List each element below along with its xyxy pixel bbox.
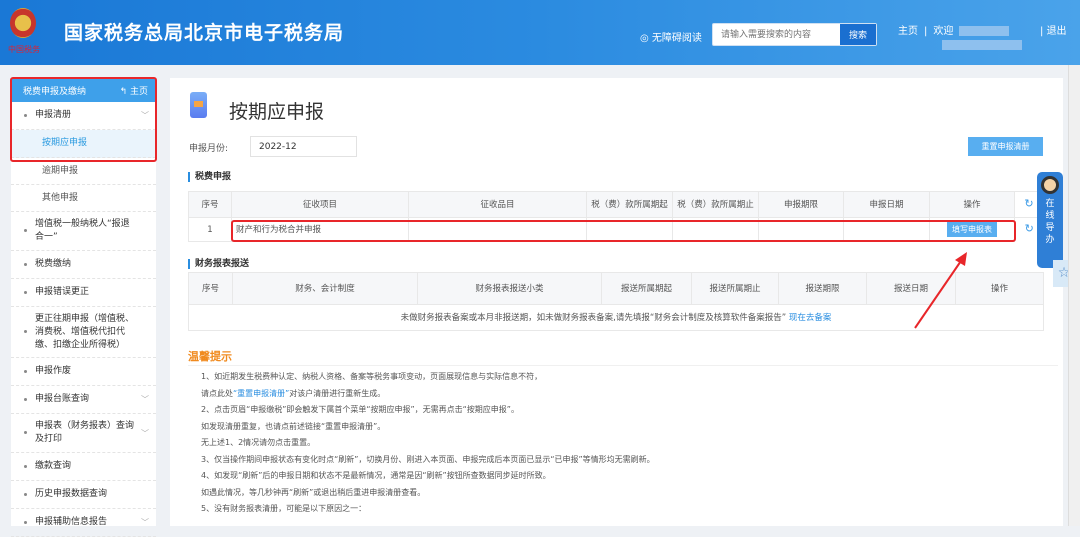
sidebar-item-label: 增值税一般纳税人“报退合一” — [35, 219, 130, 242]
highlight-box-row — [231, 220, 1016, 242]
sidebar-item-label: 申报台账查询 — [35, 394, 90, 404]
sidebar-item[interactable]: 增值税一般纳税人“报退合一” — [11, 212, 156, 251]
tip-line: 请点此处“重置申报清册”对该户清册进行重新生成。 — [201, 388, 386, 398]
tip-line: 如遇此情况，等几秒钟再“刷新”或退出稍后重进申报清册查看。 — [201, 487, 426, 497]
sidebar-item-label: 申报辅助信息报告 — [35, 517, 108, 527]
column-header: 序号 — [188, 191, 232, 218]
reset-list-link[interactable]: “重置申报清册” — [233, 389, 289, 398]
search-button[interactable]: 搜索 — [840, 24, 876, 45]
user-info-redacted — [942, 40, 1022, 50]
refresh-icon[interactable]: ↻ — [1025, 222, 1034, 235]
scrollbar[interactable] — [1068, 65, 1080, 526]
month-input[interactable]: 2022-12 — [250, 136, 357, 157]
column-header: 申报期限 — [758, 191, 844, 218]
divider — [188, 365, 1058, 366]
tip-line: 1、如近期发生税费种认定、纳税人资格、备案等税务事项变动，页面展现信息与实际信息… — [201, 372, 543, 381]
site-title: 国家税务总局北京市电子税务局 — [64, 22, 345, 44]
column-header: 征收品目 — [408, 191, 587, 218]
column-header: 征收项目 — [231, 191, 409, 218]
logout-link[interactable]: 退出 — [1047, 26, 1067, 37]
chevron-down-icon: ﹀ — [141, 395, 149, 404]
refresh-icon[interactable]: ↻ — [1024, 197, 1033, 210]
search-input[interactable] — [713, 24, 838, 45]
sidebar-item-label: 历史申报数据查询 — [35, 489, 108, 499]
sidebar-item[interactable]: 缴款查询 — [11, 453, 156, 481]
reset-list-button[interactable]: 重置申报清册 — [968, 137, 1043, 156]
column-header: 序号 — [188, 272, 233, 305]
column-header: 报送所属期起 — [601, 272, 692, 305]
sidebar-item[interactable]: 申报表（财务报表）查询及打印 ﹀ — [11, 414, 156, 453]
sidebar-item-label: 申报表（财务报表）查询及打印 — [35, 421, 135, 444]
tip-line: 3、仅当操作期间申报状态有变化时点“刷新”，切换月份、刚进入本页面、申报完成后本… — [201, 454, 655, 464]
highlight-box-sidebar — [10, 77, 157, 162]
sidebar-item-label: 逾期申报 — [42, 165, 79, 176]
sidebar-item[interactable]: 税费缴纳 — [11, 251, 156, 279]
tip-line: 如发现清册重复，也请点前述链接“重置申报清册”。 — [201, 421, 386, 431]
sidebar-item-label: 税费缴纳 — [35, 259, 72, 269]
red-arrow-annotation — [914, 252, 967, 329]
column-header: 报送所属期止 — [691, 272, 779, 305]
sidebar-item-label: 其他申报 — [42, 192, 79, 203]
column-header: 操作 — [929, 191, 1015, 218]
sidebar-item[interactable]: 申报错误更正 — [11, 279, 156, 307]
agent-avatar-icon — [1041, 176, 1059, 194]
sidebar-item[interactable]: 申报辅助信息报告 ﹀ — [11, 509, 156, 537]
site-header: 中国税务 国家税务总局北京市电子税务局 ◎ 无障碍阅读 搜索 主页|欢迎 | 退… — [0, 0, 1080, 65]
sidebar-item[interactable]: 逾期申报 — [11, 158, 156, 185]
chevron-down-icon: ﹀ — [141, 428, 149, 438]
emblem-text: 中国税务 — [8, 45, 40, 54]
welcome-text: 欢迎 — [933, 26, 954, 37]
tax-emblem-logo — [10, 8, 36, 38]
sidebar-item-label: 更正往期申报（增值税、消费税、增值税代扣代缴、扣缴企业所得税） — [35, 313, 135, 350]
sidebar-item-label: 申报错误更正 — [35, 287, 90, 297]
row-number: 1 — [188, 217, 232, 242]
sidebar-item[interactable]: 申报作废 — [11, 358, 156, 386]
sidebar-item[interactable]: 更正往期申报（增值税、消费税、增值税代扣代缴、扣缴企业所得税） — [11, 307, 156, 358]
home-link[interactable]: 主页 — [898, 26, 918, 37]
accessibility-link[interactable]: ◎ 无障碍阅读 — [640, 29, 702, 44]
tip-line: 2、点击页眉“申报缴税”即会触发下属首个菜单“按期应申报”，无需再点击“按期应申… — [201, 405, 519, 414]
tip-line: 4、如发现“刷新”后的申报日期和状态不是最新情况，通常是因“刷新”按钮所查数据同… — [201, 471, 551, 480]
tip-line: 无上述1、2情况请勿点击重置。 — [201, 438, 316, 447]
sidebar-item[interactable]: 历史申报数据查询 — [11, 481, 156, 509]
column-header: 财务、会计制度 — [232, 272, 418, 305]
column-header: 申报日期 — [843, 191, 930, 218]
tips-list: 1、如近期发生税费种认定、纳税人资格、备案等税务事项变动，页面展现信息与实际信息… — [201, 371, 655, 520]
chevron-down-icon: ﹀ — [141, 518, 149, 527]
tip-line: 5、没有财务报表清册，可能是以下原因之一： — [201, 504, 367, 513]
online-guide-label: 在线导办 — [1045, 199, 1055, 245]
column-header: 报送期限 — [778, 272, 867, 305]
sidebar-item-label: 缴款查询 — [35, 461, 72, 471]
online-guide-button[interactable]: 在线导办 — [1037, 172, 1063, 268]
search-box: 搜索 — [712, 23, 877, 46]
column-header: 税（费）款所属期起 — [586, 191, 673, 218]
sidebar-item[interactable]: 申报台账查询 ﹀ — [11, 386, 156, 414]
sidebar-item-label: 申报作废 — [35, 366, 72, 376]
user-name-redacted — [959, 26, 1010, 36]
month-label: 申报月份: — [189, 144, 229, 154]
tax-section-title: 税费申报 — [188, 172, 231, 182]
financial-section-title: 财务报表报送 — [188, 259, 249, 269]
eye-icon: ◎ — [640, 33, 652, 44]
register-now-link[interactable]: 现在去备案 — [789, 313, 832, 323]
column-header: 税（费）款所属期止 — [672, 191, 759, 218]
sidebar-item[interactable]: 其他申报 — [11, 185, 156, 212]
tips-title: 温馨提示 — [188, 350, 232, 363]
page-title: 按期应申报 — [229, 101, 325, 123]
column-header: 财务报表报送小类 — [417, 272, 602, 305]
page-icon — [190, 92, 207, 118]
accessibility-label: 无障碍阅读 — [651, 33, 702, 44]
